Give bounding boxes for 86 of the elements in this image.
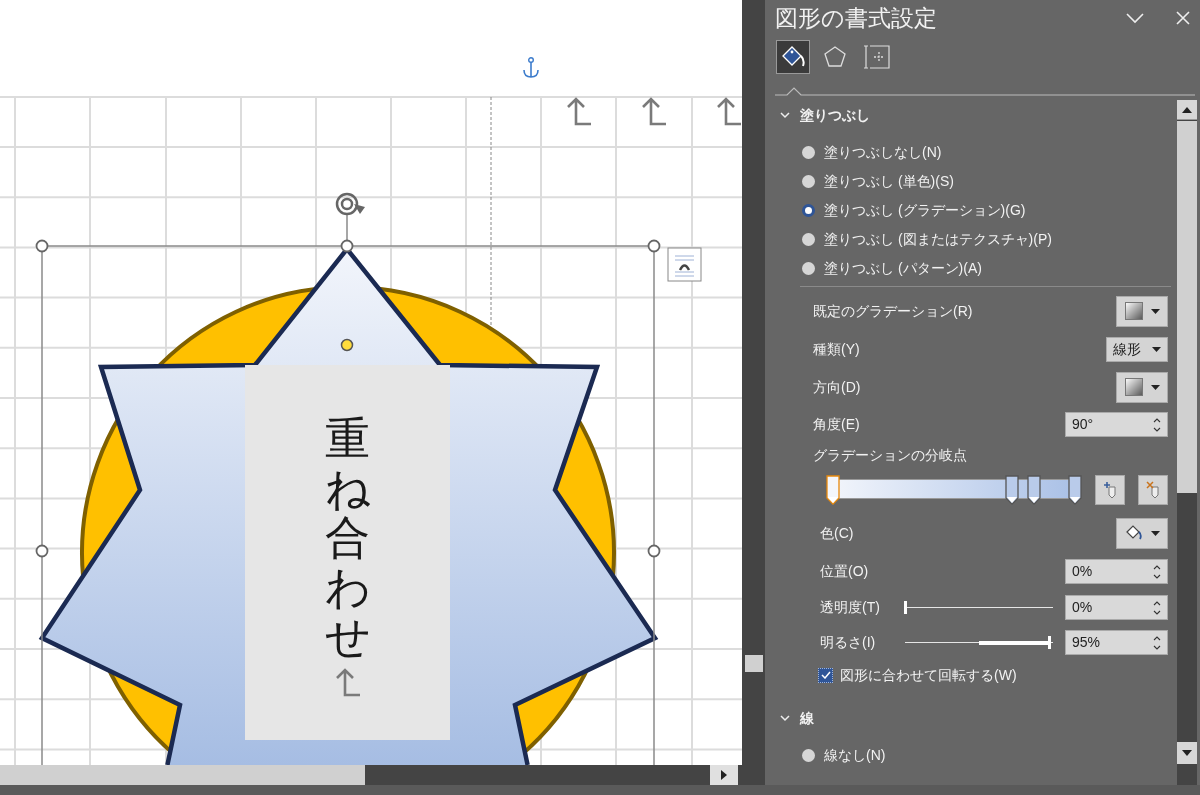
- field-label: 塗りつぶし (単色)(S): [824, 172, 954, 191]
- field-label: 塗りつぶし (図またはテクスチャ)(P): [824, 230, 1052, 249]
- rotate-handle-icon[interactable]: [337, 194, 365, 214]
- gradient-dropdown-button[interactable]: [1116, 371, 1168, 403]
- caret-icon: [1152, 346, 1161, 352]
- resize-handle[interactable]: [35, 239, 49, 253]
- add-stop-icon: [1103, 481, 1117, 499]
- resize-handle[interactable]: [35, 544, 49, 558]
- remove-stop-button[interactable]: [1138, 475, 1168, 505]
- paint-bucket-icon: [1124, 525, 1143, 541]
- panel-scroll-thumb[interactable]: [1177, 121, 1197, 493]
- gradient-swatch-icon: [1124, 378, 1143, 396]
- spin-arrows-icon[interactable]: [1153, 563, 1161, 580]
- radio-button[interactable]: [802, 233, 815, 246]
- caret-icon: [1150, 384, 1160, 390]
- radio-button[interactable]: [802, 749, 815, 762]
- slider-thumb[interactable]: [1047, 636, 1051, 649]
- vertical-scroll-thumb[interactable]: [745, 655, 763, 672]
- gradient-stop[interactable]: [1026, 475, 1041, 505]
- field-label: 位置(O): [819, 562, 870, 581]
- paragraph-mark-icon: [568, 99, 591, 124]
- field-label: 明るさ(I): [819, 633, 877, 652]
- panel-title: 図形の書式設定: [775, 6, 938, 30]
- right-arrow-icon: [721, 770, 727, 780]
- radio-button[interactable]: [802, 146, 815, 159]
- field-label: 色(C): [819, 523, 855, 543]
- slider-thumb[interactable]: [903, 601, 907, 614]
- field-label: 既定のグラデーション(R): [813, 301, 974, 321]
- layout-options-icon[interactable]: [667, 247, 702, 282]
- resize-handle[interactable]: [647, 544, 661, 558]
- radio-button[interactable]: [802, 262, 815, 275]
- anchor-icon: [524, 57, 538, 77]
- field-label: 角度(E): [813, 415, 861, 434]
- section-header[interactable]: 塗りつぶし: [765, 100, 1171, 130]
- color-dropdown-button[interactable]: [1116, 517, 1168, 549]
- resize-handle[interactable]: [340, 239, 354, 253]
- pentagon-icon: [822, 44, 848, 70]
- paragraph-mark-icon: [337, 670, 360, 695]
- horizontal-scroll-thumb[interactable]: [0, 765, 365, 785]
- caret-icon: [1150, 308, 1160, 314]
- type-dropdown[interactable]: 線形: [1106, 336, 1168, 362]
- checkmark-icon: [820, 671, 831, 679]
- format-tab[interactable]: [776, 40, 810, 74]
- gradient-stop[interactable]: [1068, 475, 1082, 505]
- resize-handle[interactable]: [647, 239, 661, 253]
- size-position-icon: [863, 43, 891, 71]
- spin-field[interactable]: 0%: [1065, 595, 1168, 620]
- field-label: 塗りつぶしなし(N): [824, 143, 942, 162]
- checkbox[interactable]: [818, 667, 833, 683]
- field-label: グラデーションの分岐点: [813, 445, 967, 465]
- gradient-dropdown-button[interactable]: [1116, 295, 1168, 327]
- chevron-down-icon[interactable]: [1126, 12, 1144, 24]
- spin-field[interactable]: 95%: [1065, 630, 1168, 655]
- field-label: 透明度(T): [819, 598, 881, 617]
- gradient-stop[interactable]: [826, 475, 840, 505]
- gradient-stop[interactable]: [1005, 475, 1020, 505]
- remove-stop-icon: [1146, 481, 1160, 499]
- field-label: 方向(D): [813, 377, 862, 397]
- scroll-right-button[interactable]: [710, 765, 738, 785]
- gradient-swatch-icon: [1124, 302, 1143, 320]
- field-label: 種類(Y): [813, 339, 861, 359]
- radio-button[interactable]: [802, 175, 815, 188]
- vertical-text: 重ね合わせ: [325, 415, 370, 663]
- add-stop-button[interactable]: [1095, 475, 1125, 505]
- caret-icon: [1150, 530, 1160, 536]
- paragraph-mark-icon: [718, 99, 741, 124]
- field-label: 塗りつぶし (グラデーション)(G): [824, 201, 1026, 220]
- field-label: 線なし(N): [824, 746, 886, 765]
- spin-field[interactable]: 90°: [1065, 412, 1168, 437]
- close-icon[interactable]: [1176, 11, 1190, 25]
- field-label: 図形に合わせて回転する(W): [840, 665, 1017, 685]
- radio-button[interactable]: [802, 204, 815, 217]
- spin-arrows-icon[interactable]: [1153, 416, 1161, 433]
- down-arrow-icon: [1182, 750, 1192, 756]
- up-arrow-icon: [1182, 106, 1192, 113]
- paragraph-mark-icon: [643, 99, 666, 124]
- chevron-down-icon: [780, 111, 790, 119]
- field-label: 塗りつぶし (パターン)(A): [824, 259, 982, 278]
- section-header[interactable]: 線: [765, 703, 1171, 733]
- scroll-down-button[interactable]: [1177, 742, 1197, 764]
- spin-arrows-icon[interactable]: [1153, 599, 1161, 616]
- adjustment-handle[interactable]: [340, 338, 354, 352]
- spin-field[interactable]: 0%: [1065, 559, 1168, 584]
- spin-arrows-icon[interactable]: [1153, 634, 1161, 651]
- scroll-up-button[interactable]: [1177, 100, 1197, 120]
- chevron-down-icon: [780, 714, 790, 722]
